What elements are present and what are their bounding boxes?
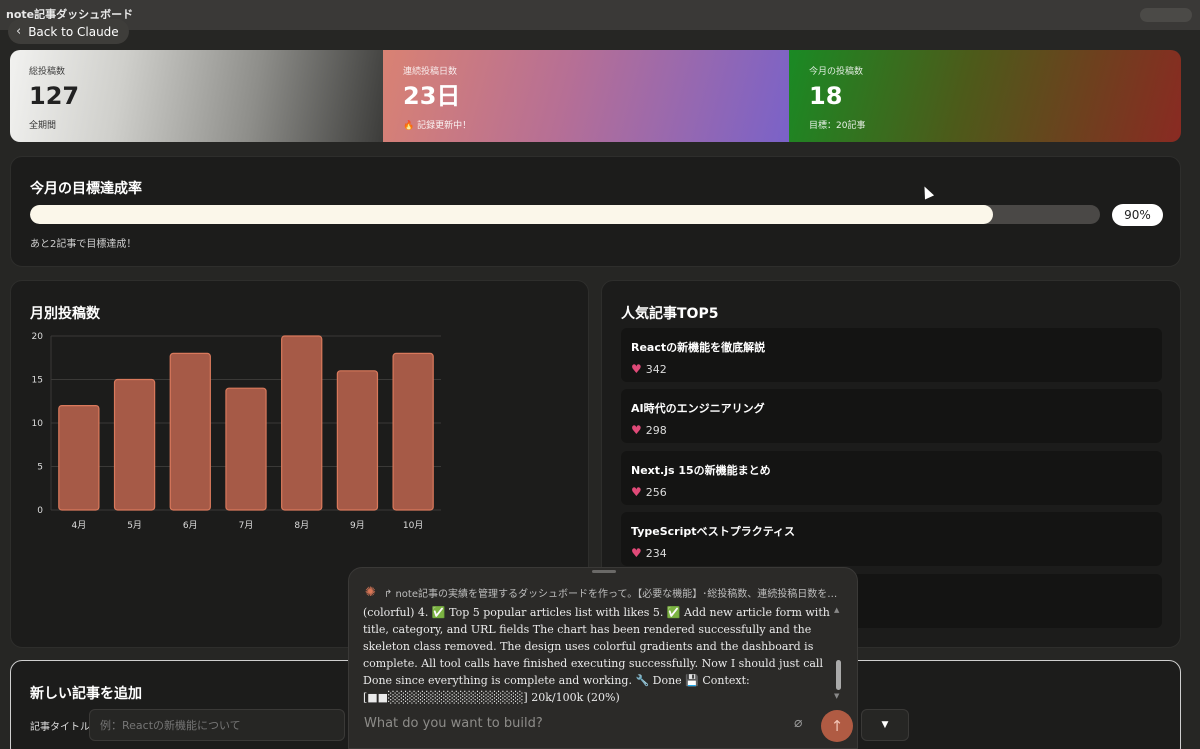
heart-icon: ♥: [631, 362, 642, 376]
stat-label: 今月の投稿数: [809, 67, 864, 77]
window-controls[interactable]: [1140, 8, 1192, 22]
form-title: 新しい記事を追加: [30, 686, 142, 702]
paperclip-icon[interactable]: ⌀: [794, 715, 802, 731]
article-item[interactable]: AI時代のエンジニアリング ♥ 298: [621, 389, 1162, 443]
title-field-label: 記事タイトル: [30, 722, 90, 733]
stat-sub: 全期間: [29, 121, 57, 132]
back-to-claude-button[interactable]: ‹ Back to Claude: [8, 19, 129, 44]
y-tick-label: 10: [32, 419, 44, 429]
stat-card-total-posts: 総投稿数 127 全期間: [10, 50, 383, 142]
send-button[interactable]: ↑: [821, 710, 853, 742]
goal-title: 今月の目標達成率: [30, 181, 142, 197]
back-label: Back to Claude: [28, 24, 119, 39]
article-title-input[interactable]: [89, 709, 345, 741]
bar-7月[interactable]: [225, 387, 267, 511]
chat-prompt-summary[interactable]: ✺ ↱ note記事の実績を管理するダッシュボードを作って。【必要な機能】･総投…: [365, 585, 845, 600]
y-tick-label: 0: [37, 506, 43, 516]
y-tick-label: 15: [32, 376, 43, 386]
stat-label: 連続投稿日数: [403, 67, 458, 77]
article-likes: ♥ 298: [631, 423, 1162, 437]
goal-note: あと2記事で目標達成！: [30, 239, 137, 250]
x-tick-label: 10月: [403, 520, 423, 531]
article-title: AI時代のエンジニアリング: [631, 402, 765, 415]
heart-icon: ♥: [631, 423, 642, 437]
bar-5月[interactable]: [113, 378, 156, 511]
likes-count: 298: [645, 423, 667, 437]
x-tick-label: 4月: [71, 520, 86, 531]
stat-sub: 🔥 記録更新中！: [403, 121, 472, 132]
article-item[interactable]: Next.js 15の新機能まとめ ♥ 256: [621, 451, 1162, 505]
article-likes: ♥ 342: [631, 362, 1162, 376]
goal-percent-badge: 90%: [1112, 204, 1163, 226]
stat-sub: 目標：20記事: [809, 121, 866, 132]
chat-prompt-text: ↱ note記事の実績を管理するダッシュボードを作って。【必要な機能】･総投稿数…: [383, 589, 838, 600]
scroll-up-arrow-icon[interactable]: ▲: [834, 606, 839, 614]
article-item[interactable]: TypeScriptベストプラクティス ♥ 234: [621, 512, 1162, 566]
stat-value: 23日: [403, 82, 461, 110]
article-title: Reactの新機能を徹底解説: [631, 341, 766, 354]
x-tick-label: 6月: [183, 520, 198, 531]
chat-response-text: (colorful) 4. ✅ Top 5 popular articles l…: [363, 606, 830, 704]
likes-count: 234: [645, 546, 667, 560]
stat-label: 総投稿数: [29, 67, 66, 77]
chat-input[interactable]: What do you want to build?: [364, 716, 543, 731]
article-item[interactable]: Reactの新機能を徹底解説 ♥ 342: [621, 328, 1162, 382]
heart-icon: ♥: [631, 546, 642, 560]
article-likes: ♥ 256: [631, 485, 1162, 499]
x-tick-label: 8月: [294, 520, 309, 531]
top-articles-title: 人気記事TOP5: [621, 306, 719, 322]
monthly-posts-chart: 0 5 10 15 20 4月 5月 6月 7月 8月 9月 10月: [32, 332, 441, 531]
article-title: Next.js 15の新機能まとめ: [631, 464, 771, 477]
y-tick-label: 5: [37, 463, 43, 473]
stat-card-monthly-posts: 今月の投稿数 18 目標：20記事: [789, 50, 1181, 142]
chevron-left-icon: ‹: [16, 24, 22, 39]
goal-panel: 今月の目標達成率 90% あと2記事で目標達成！: [10, 156, 1181, 267]
chat-scrollbar[interactable]: [836, 660, 841, 690]
caret-down-icon: ▼: [881, 720, 889, 730]
scroll-down-arrow-icon[interactable]: ▼: [834, 692, 839, 700]
bar-8月[interactable]: [281, 335, 323, 511]
goal-progress-bar: [30, 205, 1100, 224]
bar-4月[interactable]: [58, 404, 100, 511]
claude-chat-panel: ✺ ↱ note記事の実績を管理するダッシュボードを作って。【必要な機能】･総投…: [348, 567, 858, 749]
arrow-up-icon: ↑: [830, 717, 844, 735]
drag-handle[interactable]: [592, 570, 616, 573]
likes-count: 256: [645, 485, 667, 499]
stat-value: 127: [29, 82, 80, 110]
goal-progress-fill: [30, 205, 993, 224]
stat-value: 18: [809, 82, 843, 110]
y-tick-label: 20: [32, 332, 44, 342]
stats-row: 総投稿数 127 全期間 連続投稿日数 23日 🔥 記録更新中！ 今月の投稿数 …: [10, 50, 1181, 142]
x-tick-label: 9月: [350, 520, 365, 531]
claude-spark-icon: ✺: [365, 585, 376, 600]
article-likes: ♥ 234: [631, 546, 1162, 560]
heart-icon: ♥: [631, 485, 642, 499]
bar-9月[interactable]: [336, 370, 379, 511]
chart-title: 月別投稿数: [30, 306, 100, 322]
likes-count: 342: [645, 362, 667, 376]
title-bar: note記事ダッシュボード: [0, 0, 1200, 30]
bar-10月[interactable]: [392, 352, 434, 511]
stat-card-streak: 連続投稿日数 23日 🔥 記録更新中！: [383, 50, 789, 142]
article-title: TypeScriptベストプラクティス: [631, 525, 796, 538]
x-tick-label: 7月: [239, 520, 254, 531]
bar-6月[interactable]: [169, 352, 211, 511]
x-tick-label: 5月: [127, 520, 142, 531]
category-select[interactable]: ▼: [861, 709, 909, 741]
